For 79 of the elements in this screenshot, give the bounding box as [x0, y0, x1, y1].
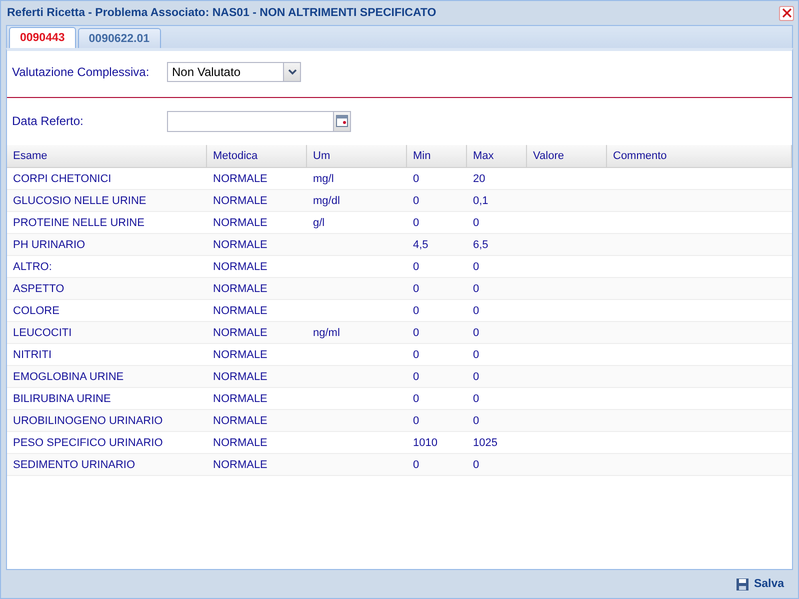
column-header[interactable]: Metodica	[207, 145, 307, 167]
table-cell-text: UROBILINOGENO URINARIO	[12, 414, 164, 428]
table-cell-text: CORPI CHETONICI	[12, 172, 112, 186]
table-cell-text: NORMALE	[212, 238, 268, 252]
table-cell-text: NORMALE	[212, 326, 268, 340]
tab[interactable]: 0090622.01	[78, 28, 161, 48]
table-cell-text: NORMALE	[212, 436, 268, 450]
table-cell-text: 0	[412, 458, 420, 472]
field-label: Data Referto:	[12, 114, 84, 128]
table-cell-text: 20	[472, 172, 486, 186]
calendar-icon[interactable]	[336, 115, 348, 127]
table-cell-text: PH URINARIO	[12, 238, 86, 252]
table-cell-text: 0	[472, 348, 480, 362]
table-cell-text: NORMALE	[212, 216, 268, 230]
table-cell-text: NORMALE	[212, 414, 268, 428]
table-cell-text: PESO SPECIFICO URINARIO	[12, 436, 164, 450]
table-cell-text: 0	[472, 414, 480, 428]
close-icon	[782, 8, 792, 18]
table-cell-text: 0	[412, 326, 420, 340]
table-cell-text: NORMALE	[212, 348, 268, 362]
table-cell-text: 0,1	[472, 194, 490, 208]
table-cell-text: BILIRUBINA URINE	[12, 392, 112, 406]
table-cell-text: mg/l	[312, 172, 335, 186]
column-header[interactable]: Esame	[7, 145, 207, 167]
table-cell-text: NORMALE	[212, 194, 268, 208]
table-cell-text: 4,5	[412, 238, 430, 252]
table-cell-text: 0	[472, 392, 480, 406]
dropdown[interactable]: Non Valutato	[167, 62, 301, 82]
chevron-down-icon	[288, 69, 296, 75]
table-cell-text: mg/dl	[312, 194, 341, 208]
table-cell-text: NORMALE	[212, 260, 268, 274]
table-cell-text: 0	[412, 414, 420, 428]
table-cell-text: NORMALE	[212, 304, 268, 318]
table-cell-text: NITRITI	[12, 348, 52, 362]
column-header[interactable]: Min	[407, 145, 467, 167]
table-cell-text: GLUCOSIO NELLE URINE	[12, 194, 148, 208]
table-cell-text: 6,5	[472, 238, 490, 252]
table-cell-text: COLORE	[12, 304, 60, 318]
column-header[interactable]: Commento	[607, 145, 792, 167]
table-cell-text: 0	[412, 304, 420, 318]
column-header[interactable]: Um	[307, 145, 407, 167]
table-cell-text: ng/ml	[312, 326, 341, 340]
column-header[interactable]: Valore	[527, 145, 607, 167]
save-button[interactable]: Salva	[732, 576, 788, 592]
table-cell-text: 0	[472, 260, 480, 274]
window-title: Referti Ricetta - Problema Associato: NAS01 - NON ALTRIMENTI SPECIFICATO	[7, 7, 436, 19]
table-cell-text: NORMALE	[212, 370, 268, 384]
table-cell-text: 0	[412, 172, 420, 186]
table-cell-text: 0	[412, 348, 420, 362]
table-cell-text: EMOGLOBINA URINE	[12, 370, 125, 384]
table-cell-text: ASPETTO	[12, 282, 66, 296]
table-cell-text: 0	[472, 458, 480, 472]
tab[interactable]: 0090443	[9, 27, 76, 48]
date-field[interactable]	[167, 110, 351, 132]
table-cell-text: 0	[472, 326, 480, 340]
table-cell-text: NORMALE	[212, 392, 268, 406]
table-cell-text: 0	[412, 260, 420, 274]
table-cell-text: 0	[472, 282, 480, 296]
table-cell-text: 0	[472, 216, 480, 230]
table-cell-text: 0	[472, 304, 480, 318]
table-cell-text: NORMALE	[212, 282, 268, 296]
table-cell-text: LEUCOCITI	[12, 326, 73, 340]
table-cell-text: SEDIMENTO URINARIO	[12, 458, 136, 472]
table-cell-text: PROTEINE NELLE URINE	[12, 216, 146, 230]
table-cell-text: g/l	[312, 216, 326, 230]
table-cell-text: 0	[412, 282, 420, 296]
table-cell-text: ALTRO:	[12, 260, 53, 274]
table-cell-text: 0	[412, 194, 420, 208]
table-cell-text: NORMALE	[212, 172, 268, 186]
table-cell-text: 0	[412, 370, 420, 384]
table-cell-text: NORMALE	[212, 458, 268, 472]
column-header[interactable]: Max	[467, 145, 527, 167]
table-cell-text: 0	[472, 370, 480, 384]
table-cell-text: 0	[412, 392, 420, 406]
table-cell-text: 1025	[472, 436, 498, 450]
close-button[interactable]	[779, 6, 794, 20]
table-cell-text: 0	[412, 216, 420, 230]
table-cell-text: 1010	[412, 436, 438, 450]
field-label: Valutazione Complessiva:	[12, 65, 150, 79]
